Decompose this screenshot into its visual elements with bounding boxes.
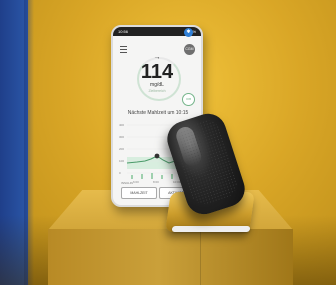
insulin-on-board-chip[interactable]: IOB <box>182 93 195 106</box>
bluetooth-icon[interactable]: ✱ <box>184 28 193 37</box>
insulin-chart-label: INSULIN <box>121 181 133 185</box>
y-tick-200: 200 <box>119 147 124 151</box>
pedestal-front <box>48 229 293 285</box>
x-tick-1: 6:00 <box>133 180 139 184</box>
glucose-range-label: Zielbereich <box>148 89 166 93</box>
product-scene: 10:56 100 % ✱ CGM → 114 mg/dL Zielbereic… <box>0 0 336 285</box>
menu-icon[interactable] <box>120 46 127 53</box>
status-time: 10:56 <box>118 29 129 34</box>
trend-arrow-icon: → <box>153 54 161 61</box>
cgm-status-chip[interactable]: CGM <box>184 44 195 55</box>
insulin-bars <box>131 173 173 179</box>
y-tick-400: 400 <box>119 123 124 127</box>
y-tick-100: 100 <box>119 159 124 163</box>
glucose-value: 114 <box>140 61 174 83</box>
pump-patch-edge <box>171 226 251 232</box>
x-tick-2: 8:00 <box>153 180 159 184</box>
next-meal-text: Nächste Mahlzeit um 10:15 <box>127 110 189 116</box>
glucose-unit: mg/dL <box>150 82 164 88</box>
meal-button[interactable]: MAHLZEIT <box>121 187 157 199</box>
y-tick-0: 0 <box>119 171 121 175</box>
y-tick-300: 300 <box>119 135 124 139</box>
event-marker[interactable] <box>154 153 160 159</box>
